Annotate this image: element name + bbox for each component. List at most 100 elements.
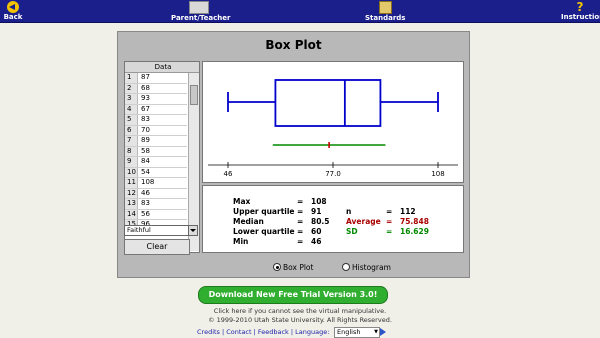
copyright-text: © 1999-2010 Utah State University. All R… bbox=[208, 316, 392, 324]
row-index: 12 bbox=[125, 188, 138, 198]
parent-teacher-icon bbox=[189, 1, 209, 14]
chevron-down-icon: ▼ bbox=[374, 329, 378, 335]
row-value[interactable]: 108 bbox=[141, 178, 154, 187]
row-value[interactable]: 83 bbox=[141, 115, 150, 124]
n-value: 112 bbox=[400, 207, 416, 216]
median-eq: = bbox=[297, 217, 304, 226]
row-value[interactable]: 67 bbox=[141, 105, 150, 114]
footer-links[interactable]: Credits | Contact | Feedback | Language: bbox=[197, 328, 329, 336]
min-eq: = bbox=[297, 237, 304, 246]
sd-eq: = bbox=[386, 227, 393, 236]
tick-label: 108 bbox=[431, 170, 444, 178]
back-arrow-icon bbox=[7, 1, 19, 13]
radio-histogram[interactable]: Histogram bbox=[342, 263, 391, 272]
table-row[interactable]: 7 89 bbox=[125, 136, 187, 147]
table-row[interactable]: 9 84 bbox=[125, 157, 187, 168]
table-row[interactable]: 3 93 bbox=[125, 94, 187, 105]
box-plot-area: 46 77.0 108 bbox=[202, 61, 464, 183]
radio-unselected-icon bbox=[342, 263, 350, 271]
table-row[interactable]: 2 68 bbox=[125, 83, 187, 94]
table-row[interactable]: 13 83 bbox=[125, 199, 187, 210]
average-value: 75.848 bbox=[400, 217, 429, 226]
uq-eq: = bbox=[297, 207, 304, 216]
row-value[interactable]: 70 bbox=[141, 126, 150, 135]
row-value[interactable]: 87 bbox=[141, 73, 150, 82]
row-value[interactable]: 93 bbox=[141, 94, 150, 103]
table-row[interactable]: 8 58 bbox=[125, 146, 187, 157]
row-value[interactable]: 89 bbox=[141, 136, 150, 145]
row-value[interactable]: 58 bbox=[141, 147, 150, 156]
max-label: Max bbox=[233, 197, 251, 206]
sd-label: SD bbox=[346, 227, 358, 236]
row-index: 8 bbox=[125, 146, 138, 156]
back-label: Back bbox=[3, 13, 23, 21]
row-index: 7 bbox=[125, 136, 138, 146]
lower-quartile-value: 60 bbox=[311, 227, 322, 236]
n-label: n bbox=[346, 207, 352, 216]
row-value[interactable]: 68 bbox=[141, 84, 150, 93]
scrollbar-thumb[interactable] bbox=[190, 85, 198, 105]
box-iqr bbox=[274, 79, 382, 127]
row-value[interactable]: 56 bbox=[141, 210, 150, 219]
radio-histogram-label: Histogram bbox=[352, 263, 391, 272]
top-nav-bar: Back Parent/Teacher Standards ? Instruct… bbox=[0, 0, 600, 23]
clear-button[interactable]: Clear bbox=[124, 239, 190, 255]
standards-icon bbox=[378, 1, 392, 14]
standards-label: Standards bbox=[365, 14, 406, 22]
language-select[interactable]: English ▼ bbox=[334, 327, 380, 338]
page-title: Box Plot bbox=[265, 38, 322, 52]
row-index: 3 bbox=[125, 94, 138, 104]
download-trial-button[interactable]: Download New Free Trial Version 3.0! bbox=[198, 286, 388, 304]
row-index: 9 bbox=[125, 157, 138, 167]
min-label: Min bbox=[233, 237, 249, 246]
data-column-header: Data bbox=[154, 63, 172, 71]
cannot-see-link[interactable]: Click here if you cannot see the virtual… bbox=[0, 307, 600, 315]
median-value: 80.5 bbox=[311, 217, 330, 226]
tick-label: 46 bbox=[224, 170, 233, 178]
row-index: 14 bbox=[125, 209, 138, 219]
box-plot-svg: 46 77.0 108 bbox=[208, 79, 458, 178]
radio-selected-icon bbox=[273, 263, 281, 271]
box-plot-applet: Box Plot Data 1 87 2 68 3 93 4 67 5 83 6 70 7 89 8 58 9 8… bbox=[117, 31, 470, 278]
max-value: 108 bbox=[311, 197, 327, 206]
instructions-button[interactable]: ? Instructions bbox=[561, 0, 600, 21]
table-row[interactable]: 1 87 bbox=[125, 73, 187, 84]
stats-panel: Max = 108 Upper quartile = 91 Median = 8… bbox=[202, 185, 464, 253]
lq-eq: = bbox=[297, 227, 304, 236]
row-value[interactable]: 54 bbox=[141, 168, 150, 177]
row-index: 13 bbox=[125, 199, 138, 209]
radio-box-plot-label: Box Plot bbox=[283, 263, 314, 272]
table-row[interactable]: 10 54 bbox=[125, 167, 187, 178]
standards-button[interactable]: Standards bbox=[365, 0, 405, 22]
parent-teacher-label: Parent/Teacher bbox=[171, 14, 231, 22]
row-value[interactable]: 46 bbox=[141, 189, 150, 198]
table-row[interactable]: 11 108 bbox=[125, 178, 187, 189]
question-mark-icon: ? bbox=[576, 0, 584, 14]
row-index: 2 bbox=[125, 83, 138, 93]
row-index: 6 bbox=[125, 125, 138, 135]
table-row[interactable]: 14 56 bbox=[125, 209, 187, 220]
back-button[interactable]: Back bbox=[2, 0, 24, 21]
dataset-select[interactable]: Faithful bbox=[124, 225, 198, 236]
lower-quartile-label: Lower quartile bbox=[233, 227, 295, 236]
row-value[interactable]: 84 bbox=[141, 157, 150, 166]
row-value[interactable]: 83 bbox=[141, 199, 150, 208]
dataset-select-value: Faithful bbox=[127, 226, 151, 234]
row-index: 11 bbox=[125, 178, 138, 188]
row-index: 10 bbox=[125, 167, 138, 177]
upper-quartile-value: 91 bbox=[311, 207, 322, 216]
table-row[interactable]: 4 67 bbox=[125, 104, 187, 115]
max-eq: = bbox=[297, 197, 304, 206]
go-arrow-icon[interactable] bbox=[380, 328, 386, 336]
data-table-header: Data bbox=[125, 62, 199, 73]
n-eq: = bbox=[386, 207, 393, 216]
table-row[interactable]: 5 83 bbox=[125, 115, 187, 126]
parent-teacher-button[interactable]: Parent/Teacher bbox=[171, 0, 231, 22]
table-row[interactable]: 6 70 bbox=[125, 125, 187, 136]
row-index: 1 bbox=[125, 73, 138, 83]
sd-value: 16.629 bbox=[400, 227, 429, 236]
instructions-label: Instructions bbox=[561, 13, 600, 21]
table-row[interactable]: 12 46 bbox=[125, 188, 187, 199]
radio-box-plot[interactable]: Box Plot bbox=[273, 263, 313, 272]
data-rows: 1 87 2 68 3 93 4 67 5 83 6 70 7 89 8 58 9 84 10 54 11 108 12 46… bbox=[125, 73, 187, 231]
